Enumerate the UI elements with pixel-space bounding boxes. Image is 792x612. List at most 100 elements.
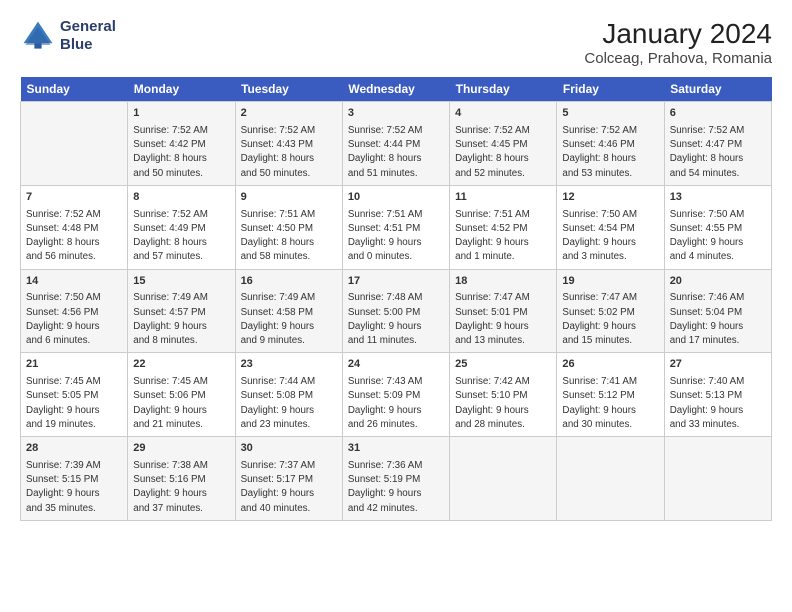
day-info: Sunrise: 7:40 AM Sunset: 5:13 PM Dayligh… xyxy=(670,375,766,432)
col-header-tuesday: Tuesday xyxy=(235,77,342,102)
day-info: Sunrise: 7:49 AM Sunset: 4:58 PM Dayligh… xyxy=(241,291,337,348)
day-info: Sunrise: 7:52 AM Sunset: 4:44 PM Dayligh… xyxy=(348,124,444,181)
day-info: Sunrise: 7:49 AM Sunset: 4:57 PM Dayligh… xyxy=(133,291,229,348)
calendar-cell: 17Sunrise: 7:48 AM Sunset: 5:00 PM Dayli… xyxy=(342,269,449,353)
day-info: Sunrise: 7:52 AM Sunset: 4:48 PM Dayligh… xyxy=(26,208,122,265)
week-row-3: 14Sunrise: 7:50 AM Sunset: 4:56 PM Dayli… xyxy=(21,269,772,353)
day-number: 27 xyxy=(670,357,766,373)
day-info: Sunrise: 7:50 AM Sunset: 4:56 PM Dayligh… xyxy=(26,291,122,348)
calendar-cell xyxy=(21,102,128,186)
day-number: 13 xyxy=(670,190,766,206)
day-info: Sunrise: 7:52 AM Sunset: 4:45 PM Dayligh… xyxy=(455,124,551,181)
calendar-cell: 20Sunrise: 7:46 AM Sunset: 5:04 PM Dayli… xyxy=(664,269,771,353)
week-row-5: 28Sunrise: 7:39 AM Sunset: 5:15 PM Dayli… xyxy=(21,437,772,521)
calendar-cell: 25 Sunrise: 7:42 AM Sunset: 5:10 PM Dayli… xyxy=(450,353,557,437)
day-info: Sunrise: 7:39 AM Sunset: 5:15 PM Dayligh… xyxy=(26,459,122,516)
day-number: 16 xyxy=(241,274,337,290)
calendar-cell: 13 Sunrise: 7:50 AM Sunset: 4:55 PM Dayli… xyxy=(664,185,771,269)
day-info: Sunrise: 7:47 AM Sunset: 5:02 PM Dayligh… xyxy=(562,291,658,348)
calendar-cell: 1 Sunrise: 7:52 AM Sunset: 4:42 PM Daylig… xyxy=(128,102,235,186)
day-number: 15 xyxy=(133,274,229,290)
day-info: Sunrise: 7:36 AM Sunset: 5:19 PM Dayligh… xyxy=(348,459,444,516)
day-info: Sunrise: 7:50 AM Sunset: 4:55 PM Dayligh… xyxy=(670,208,766,265)
col-header-monday: Monday xyxy=(128,77,235,102)
calendar-cell: 28Sunrise: 7:39 AM Sunset: 5:15 PM Dayli… xyxy=(21,437,128,521)
logo: General Blue xyxy=(20,18,116,54)
calendar-cell: 22 Sunrise: 7:45 AM Sunset: 5:06 PM Dayli… xyxy=(128,353,235,437)
day-number: 21 xyxy=(26,357,122,373)
day-info: Sunrise: 7:48 AM Sunset: 5:00 PM Dayligh… xyxy=(348,291,444,348)
week-row-1: 1 Sunrise: 7:52 AM Sunset: 4:42 PM Daylig… xyxy=(21,102,772,186)
day-info: Sunrise: 7:44 AM Sunset: 5:08 PM Dayligh… xyxy=(241,375,337,432)
day-info: Sunrise: 7:52 AM Sunset: 4:47 PM Dayligh… xyxy=(670,124,766,181)
col-header-sunday: Sunday xyxy=(21,77,128,102)
calendar-cell xyxy=(664,437,771,521)
day-number: 25 xyxy=(455,357,551,373)
col-header-saturday: Saturday xyxy=(664,77,771,102)
calendar-cell: 26 Sunrise: 7:41 AM Sunset: 5:12 PM Dayli… xyxy=(557,353,664,437)
day-number: 9 xyxy=(241,190,337,206)
day-number: 14 xyxy=(26,274,122,290)
header-row: SundayMondayTuesdayWednesdayThursdayFrid… xyxy=(21,77,772,102)
day-number: 26 xyxy=(562,357,658,373)
logo-text: General Blue xyxy=(60,18,116,54)
day-number: 29 xyxy=(133,441,229,457)
day-info: Sunrise: 7:52 AM Sunset: 4:49 PM Dayligh… xyxy=(133,208,229,265)
calendar-cell: 29 Sunrise: 7:38 AM Sunset: 5:16 PM Dayli… xyxy=(128,437,235,521)
day-number: 8 xyxy=(133,190,229,206)
day-number: 18 xyxy=(455,274,551,290)
day-info: Sunrise: 7:45 AM Sunset: 5:06 PM Dayligh… xyxy=(133,375,229,432)
col-header-thursday: Thursday xyxy=(450,77,557,102)
day-number: 10 xyxy=(348,190,444,206)
day-number: 6 xyxy=(670,106,766,122)
title-block: January 2024 Colceag, Prahova, Romania xyxy=(584,18,772,67)
page: General Blue January 2024 Colceag, Praho… xyxy=(0,0,792,612)
day-info: Sunrise: 7:37 AM Sunset: 5:17 PM Dayligh… xyxy=(241,459,337,516)
day-info: Sunrise: 7:46 AM Sunset: 5:04 PM Dayligh… xyxy=(670,291,766,348)
day-number: 30 xyxy=(241,441,337,457)
day-info: Sunrise: 7:52 AM Sunset: 4:43 PM Dayligh… xyxy=(241,124,337,181)
calendar-cell: 7 Sunrise: 7:52 AM Sunset: 4:48 PM Daylig… xyxy=(21,185,128,269)
calendar-cell: 14Sunrise: 7:50 AM Sunset: 4:56 PM Dayli… xyxy=(21,269,128,353)
day-number: 7 xyxy=(26,190,122,206)
calendar-cell: 15Sunrise: 7:49 AM Sunset: 4:57 PM Dayli… xyxy=(128,269,235,353)
day-info: Sunrise: 7:51 AM Sunset: 4:51 PM Dayligh… xyxy=(348,208,444,265)
day-info: Sunrise: 7:51 AM Sunset: 4:50 PM Dayligh… xyxy=(241,208,337,265)
day-number: 3 xyxy=(348,106,444,122)
week-row-2: 7 Sunrise: 7:52 AM Sunset: 4:48 PM Daylig… xyxy=(21,185,772,269)
day-number: 17 xyxy=(348,274,444,290)
day-number: 23 xyxy=(241,357,337,373)
calendar-cell: 5Sunrise: 7:52 AM Sunset: 4:46 PM Daylig… xyxy=(557,102,664,186)
day-info: Sunrise: 7:52 AM Sunset: 4:46 PM Dayligh… xyxy=(562,124,658,181)
day-number: 12 xyxy=(562,190,658,206)
col-header-wednesday: Wednesday xyxy=(342,77,449,102)
week-row-4: 21Sunrise: 7:45 AM Sunset: 5:05 PM Dayli… xyxy=(21,353,772,437)
page-title: January 2024 xyxy=(584,18,772,50)
day-number: 2 xyxy=(241,106,337,122)
calendar-cell: 6 Sunrise: 7:52 AM Sunset: 4:47 PM Daylig… xyxy=(664,102,771,186)
day-number: 31 xyxy=(348,441,444,457)
day-number: 11 xyxy=(455,190,551,206)
day-info: Sunrise: 7:38 AM Sunset: 5:16 PM Dayligh… xyxy=(133,459,229,516)
day-info: Sunrise: 7:42 AM Sunset: 5:10 PM Dayligh… xyxy=(455,375,551,432)
calendar-cell: 24Sunrise: 7:43 AM Sunset: 5:09 PM Dayli… xyxy=(342,353,449,437)
calendar-cell: 31 Sunrise: 7:36 AM Sunset: 5:19 PM Dayli… xyxy=(342,437,449,521)
day-number: 22 xyxy=(133,357,229,373)
calendar-cell: 10 Sunrise: 7:51 AM Sunset: 4:51 PM Dayli… xyxy=(342,185,449,269)
day-info: Sunrise: 7:41 AM Sunset: 5:12 PM Dayligh… xyxy=(562,375,658,432)
calendar-cell: 23 Sunrise: 7:44 AM Sunset: 5:08 PM Dayli… xyxy=(235,353,342,437)
calendar-cell: 16Sunrise: 7:49 AM Sunset: 4:58 PM Dayli… xyxy=(235,269,342,353)
calendar-cell: 11 Sunrise: 7:51 AM Sunset: 4:52 PM Dayli… xyxy=(450,185,557,269)
calendar-cell: 18Sunrise: 7:47 AM Sunset: 5:01 PM Dayli… xyxy=(450,269,557,353)
day-info: Sunrise: 7:52 AM Sunset: 4:42 PM Dayligh… xyxy=(133,124,229,181)
calendar-cell: 19Sunrise: 7:47 AM Sunset: 5:02 PM Dayli… xyxy=(557,269,664,353)
page-subtitle: Colceag, Prahova, Romania xyxy=(584,50,772,67)
day-info: Sunrise: 7:47 AM Sunset: 5:01 PM Dayligh… xyxy=(455,291,551,348)
day-info: Sunrise: 7:50 AM Sunset: 4:54 PM Dayligh… xyxy=(562,208,658,265)
calendar-cell xyxy=(557,437,664,521)
day-info: Sunrise: 7:51 AM Sunset: 4:52 PM Dayligh… xyxy=(455,208,551,265)
day-number: 1 xyxy=(133,106,229,122)
calendar-cell: 8 Sunrise: 7:52 AM Sunset: 4:49 PM Daylig… xyxy=(128,185,235,269)
day-number: 24 xyxy=(348,357,444,373)
calendar-cell: 3 Sunrise: 7:52 AM Sunset: 4:44 PM Daylig… xyxy=(342,102,449,186)
